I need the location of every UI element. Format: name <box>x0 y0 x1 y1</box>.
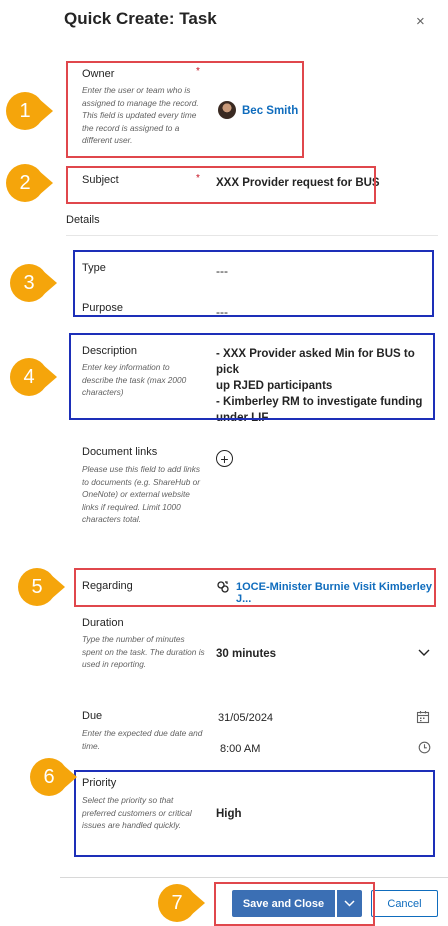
due-time-input[interactable]: 8:00 AM <box>220 743 260 755</box>
document-links-label: Document links <box>82 446 158 458</box>
footer-divider <box>60 877 448 878</box>
duration-help: Type the number of minutes spent on the … <box>82 634 205 670</box>
duration-select[interactable]: 30 minutes <box>216 648 276 660</box>
annotation-box-save <box>214 882 375 926</box>
section-divider <box>66 235 438 236</box>
step-marker-3: 3 <box>8 262 58 304</box>
duration-label: Duration <box>82 617 124 629</box>
step-marker-5: 5 <box>16 566 66 608</box>
annotation-box-regarding <box>74 568 436 607</box>
chevron-down-icon[interactable] <box>417 648 431 658</box>
section-details-heading: Details <box>66 214 100 226</box>
step-marker-7: 7 <box>156 882 206 924</box>
step-marker-4: 4 <box>8 356 58 398</box>
dialog-title: Quick Create: Task <box>64 9 217 28</box>
calendar-icon[interactable] <box>416 710 430 724</box>
close-icon[interactable]: × <box>416 13 425 30</box>
document-links-help: Please use this field to add links to do… <box>82 464 201 525</box>
annotation-box-priority <box>74 770 435 857</box>
annotation-box-type-purpose <box>73 250 434 317</box>
cancel-button[interactable]: Cancel <box>371 890 438 917</box>
step-marker-6: 6 <box>28 756 78 798</box>
due-help: Enter the expected due date and time. <box>82 728 203 751</box>
due-label: Due <box>82 710 103 722</box>
step-marker-2: 2 <box>4 162 54 204</box>
annotation-box-subject <box>66 166 376 204</box>
annotation-box-description <box>69 333 435 420</box>
clock-icon[interactable] <box>418 741 431 754</box>
due-date-input[interactable]: 31/05/2024 <box>218 712 273 724</box>
add-document-link-icon[interactable]: + <box>216 450 233 467</box>
step-marker-1: 1 <box>4 90 54 132</box>
annotation-box-owner <box>66 61 304 158</box>
